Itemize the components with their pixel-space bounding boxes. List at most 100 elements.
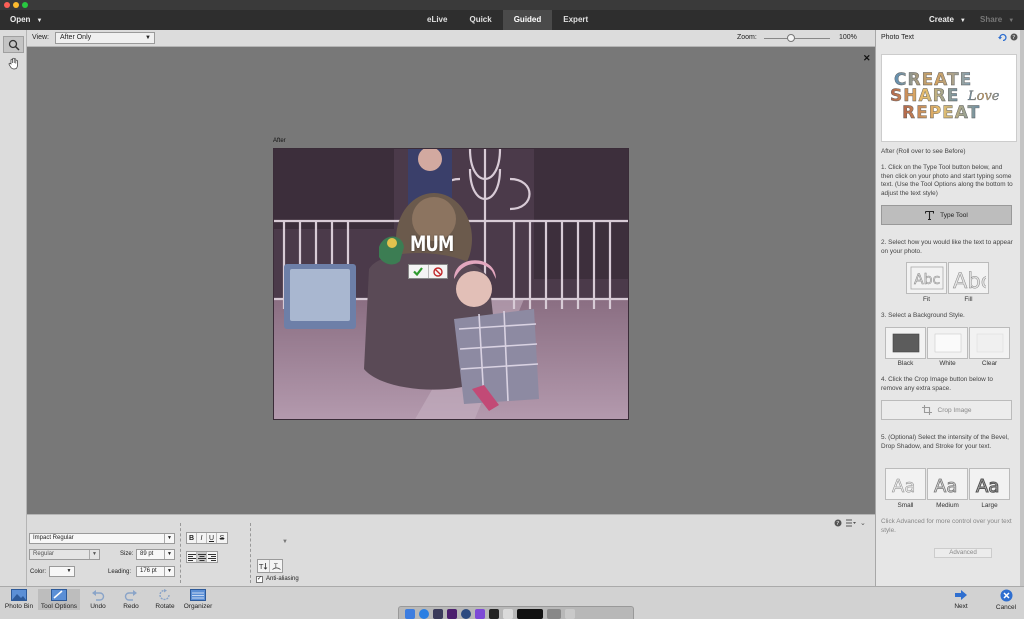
panel-title: Photo Text [881, 34, 914, 41]
panel-scrollbar[interactable] [1020, 30, 1024, 586]
leading-label: Leading: [108, 569, 132, 575]
crop-image-label: Crop Image [937, 406, 972, 414]
rotate-button[interactable]: Rotate [152, 589, 178, 610]
zoom-window-button[interactable] [22, 2, 28, 8]
options-divider [250, 523, 251, 583]
bottom-taskbar: Photo Bin Tool Options Undo Redo Rotate … [0, 586, 1024, 619]
align-right-button[interactable] [207, 552, 217, 562]
cancel-icon [433, 266, 443, 277]
guided-panel: Photo Text ? CREATE SHARE Love REPEAT Af… [875, 30, 1020, 586]
hand-tool-button[interactable] [3, 55, 24, 72]
strikethrough-button[interactable]: S [217, 533, 227, 543]
leading-field[interactable]: 176 pt ▼ [136, 566, 175, 577]
text-warp-button[interactable]: T [270, 560, 282, 572]
star-app-icon[interactable] [475, 608, 485, 619]
large-intensity-icon: Aa [975, 475, 999, 497]
lightroom-icon[interactable] [433, 608, 443, 619]
document-icon[interactable] [503, 608, 513, 619]
minimize-window-button[interactable] [13, 2, 19, 8]
fill-text-icon: Abc [952, 269, 985, 292]
font-family-select[interactable]: Impact Regular ▼ [29, 533, 175, 544]
help-icon[interactable]: ? [1010, 33, 1018, 41]
share-menu[interactable]: Share ▼ [980, 15, 1014, 24]
photo-image[interactable]: MUM [273, 148, 629, 420]
chevron-down-icon[interactable]: ⌄ [860, 519, 866, 527]
terminal-icon[interactable] [489, 608, 499, 619]
photo-bin-button[interactable]: Photo Bin [3, 589, 35, 610]
photoshop-elements-icon[interactable] [461, 608, 471, 619]
reset-icon[interactable] [998, 33, 1008, 41]
tab-quick[interactable]: Quick [458, 10, 502, 30]
chevron-down-icon[interactable]: ▼ [282, 539, 288, 545]
redo-button[interactable]: Redo [119, 589, 143, 610]
align-left-icon [187, 553, 196, 561]
share-label: Share [980, 15, 1003, 24]
next-button[interactable]: Next [950, 589, 972, 610]
safari-icon[interactable] [419, 608, 429, 619]
intensity-medium-button[interactable]: Aa [927, 468, 968, 500]
color-label: Color: [30, 569, 47, 575]
cancel-button[interactable]: Cancel [992, 589, 1020, 611]
finder-icon[interactable] [405, 608, 415, 619]
font-style-select[interactable]: Regular ▼ [29, 549, 100, 560]
color-swatch-select[interactable]: ▼ [49, 566, 75, 577]
align-center-button[interactable] [197, 552, 207, 562]
organizer-label: Organizer [183, 603, 213, 610]
help-icon[interactable]: ? [834, 519, 842, 527]
commit-button[interactable] [409, 265, 428, 278]
small-label: Small [897, 502, 914, 509]
font-style-value: Regular [33, 551, 55, 557]
canvas-workspace[interactable]: ✕ After MUM [27, 47, 875, 514]
text-warp-icon: T [271, 563, 281, 570]
view-select[interactable]: After Only ▼ [55, 32, 155, 44]
intensity-large-button[interactable]: Aa [969, 468, 1010, 500]
svg-text:T: T [259, 563, 264, 570]
zoom-tool-button[interactable] [3, 36, 24, 53]
tool-options-button[interactable]: Tool Options [38, 589, 80, 610]
step-4-text: 4. Click the Crop Image button below to … [881, 376, 993, 392]
text-orientation-button[interactable]: T [258, 560, 270, 572]
advanced-button[interactable]: Advanced [934, 548, 992, 558]
tab-guided[interactable]: Guided [502, 10, 553, 30]
options-menu-icon[interactable] [846, 519, 856, 527]
text-style-buttons: B I U S [186, 532, 228, 544]
tab-elive[interactable]: eLive [416, 10, 458, 30]
tab-expert[interactable]: Expert [552, 10, 599, 30]
open-menu[interactable]: Open ▼ [10, 15, 42, 24]
zoom-label: Zoom: [737, 34, 757, 41]
cancel-edit-button[interactable] [427, 265, 448, 278]
align-left-button[interactable] [187, 552, 197, 562]
fill-button[interactable]: Abc [948, 262, 989, 294]
close-icon[interactable]: ✕ [863, 53, 871, 64]
fit-button[interactable]: Abc [906, 262, 947, 294]
tool-options-icon [51, 589, 67, 601]
leading-value: 176 pt [140, 568, 157, 574]
zoom-slider-track[interactable] [764, 38, 830, 39]
background-white-button[interactable] [927, 327, 968, 359]
intensity-small-button[interactable]: Aa [885, 468, 926, 500]
size-field[interactable]: 89 pt ▼ [136, 549, 175, 560]
background-clear-button[interactable] [969, 327, 1010, 359]
close-window-button[interactable] [4, 2, 10, 8]
clear-swatch-icon [976, 333, 1003, 353]
text-orientation-buttons: T T [257, 559, 283, 573]
italic-button[interactable]: I [197, 533, 207, 543]
zoom-slider-handle[interactable] [787, 34, 795, 42]
type-tool-label: Type Tool [940, 211, 968, 219]
photo-text-overlay[interactable]: MUM [410, 232, 454, 256]
trash-icon[interactable] [565, 608, 575, 619]
organizer-button[interactable]: Organizer [182, 589, 214, 610]
underline-button[interactable]: U [207, 533, 217, 543]
chevron-down-icon: ▼ [959, 18, 966, 24]
premiere-elements-icon[interactable] [447, 608, 457, 619]
window-thumbnail-icon[interactable] [547, 608, 561, 619]
create-menu[interactable]: Create ▼ [929, 15, 966, 24]
crop-image-button[interactable]: Crop Image [881, 400, 1012, 420]
undo-button[interactable]: Undo [86, 589, 110, 610]
window-thumbnail-icon[interactable] [517, 608, 543, 619]
background-black-button[interactable] [885, 327, 926, 359]
bold-button[interactable]: B [187, 533, 197, 543]
anti-aliasing-checkbox[interactable]: ✓ [256, 576, 263, 583]
clear-label: Clear [981, 360, 998, 367]
type-tool-button[interactable]: Type Tool [881, 205, 1012, 225]
